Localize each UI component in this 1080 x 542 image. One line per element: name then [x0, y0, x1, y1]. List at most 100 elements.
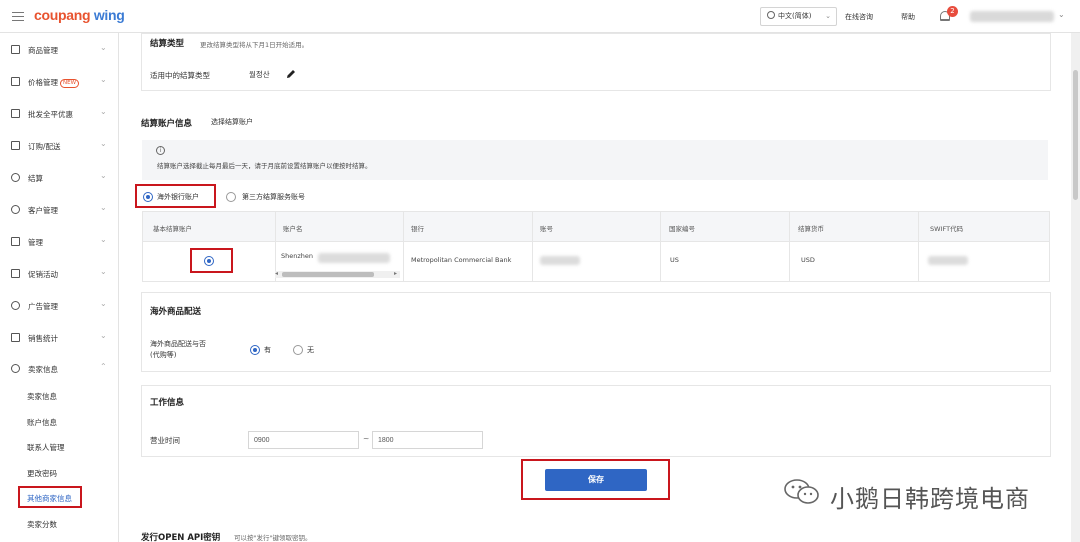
new-badge: NEW — [60, 79, 80, 88]
sidebar-item-label: 广告管理 — [28, 302, 58, 311]
sidebar-item-customers[interactable]: 客户管理 ⌄ — [0, 200, 119, 220]
sidebar-item-label: 结算 — [28, 174, 43, 183]
online-consult-link[interactable]: 在线咨询 — [845, 12, 873, 22]
discount-icon — [11, 109, 20, 118]
info-notice-text: 结算账户选择截止每月最后一天，请于月底前设置结算账户以便按时结算。 — [157, 162, 372, 170]
sidebar-item-label: 订购/配送 — [28, 142, 61, 151]
sidebar-item-stats[interactable]: 销售统计 ⌄ — [0, 328, 119, 348]
coin-icon — [11, 173, 20, 182]
time-separator: ~ — [363, 434, 370, 443]
user-account[interactable] — [970, 11, 1054, 22]
logo[interactable]: coupang wing — [34, 7, 125, 23]
highlight-box — [190, 248, 233, 273]
column-header: SWIFT代码 — [930, 225, 964, 233]
radio-overseas-yes[interactable] — [250, 345, 260, 355]
chevron-down-icon: ⌄ — [100, 107, 107, 116]
business-hours-label: 营业时间 — [150, 436, 180, 445]
radio-third-party-label[interactable]: 第三方结算服务账号 — [242, 192, 305, 202]
sidebar-sub-seller-info[interactable]: 卖家信息 — [27, 391, 57, 402]
chevron-down-icon: ⌄ — [100, 267, 107, 276]
logo-text-coupang: coupang — [34, 7, 91, 23]
settlement-type-label: 适用中的结算类型 — [150, 71, 210, 80]
radio-third-party[interactable] — [226, 192, 236, 202]
settlement-type-title: 结算类型 — [150, 39, 185, 49]
chevron-down-icon: ⌄ — [100, 235, 107, 244]
chevron-down-icon: ⌄ — [100, 203, 107, 212]
table-header — [143, 212, 1049, 242]
overseas-delivery-label-sub: (代购等) — [150, 351, 177, 359]
redacted-account-name — [318, 253, 390, 263]
help-link[interactable]: 帮助 — [901, 12, 915, 22]
highlight-box — [521, 459, 670, 500]
chevron-up-icon: ⌃ — [100, 362, 107, 371]
globe-icon — [767, 11, 775, 19]
scroll-left-icon[interactable]: ◂ — [275, 270, 278, 277]
radio-overseas-yes-label[interactable]: 有 — [264, 345, 271, 355]
sidebar-item-management[interactable]: 管理 ⌄ — [0, 232, 119, 252]
price-tag-icon — [11, 77, 20, 86]
folder-icon — [11, 237, 20, 246]
cell-bank: Metropolitan Commercial Bank — [411, 256, 512, 264]
sidebar-item-settlement[interactable]: 结算 ⌄ — [0, 168, 119, 188]
business-hours-end-input[interactable] — [372, 431, 483, 449]
chevron-down-icon: ⌄ — [100, 331, 107, 340]
column-header: 结算货币 — [798, 225, 824, 233]
chevron-down-icon: ⌄ — [100, 43, 107, 52]
sidebar: 商品管理 ⌄ 价格管理 NEW ⌄ 批发全平优惠 ⌄ 订购/配送 ⌄ 结算 ⌄ 客… — [0, 33, 119, 542]
cell-account-name: Shenzhen — [281, 252, 314, 260]
promo-icon — [11, 269, 20, 278]
sidebar-sub-change-password[interactable]: 更改密码 — [27, 468, 57, 479]
cell-country: US — [670, 256, 679, 264]
open-api-title: 发行OPEN API密钥 — [141, 533, 221, 542]
sidebar-item-discounts[interactable]: 批发全平优惠 ⌄ — [0, 104, 119, 124]
sidebar-item-products[interactable]: 商品管理 ⌄ — [0, 40, 119, 60]
sidebar-item-pricing[interactable]: 价格管理 NEW ⌄ — [0, 72, 119, 92]
sidebar-item-promotions[interactable]: 促销活动 ⌄ — [0, 264, 119, 284]
sidebar-sub-contacts[interactable]: 联系人管理 — [27, 442, 65, 453]
sidebar-item-label: 销售统计 — [28, 334, 58, 343]
overseas-delivery-title: 海外商品配送 — [150, 307, 202, 317]
sidebar-item-seller-info[interactable]: 卖家信息 ⌃ — [0, 359, 119, 379]
scrollbar-thumb[interactable] — [1073, 70, 1078, 200]
radio-overseas-no-label[interactable]: 无 — [307, 345, 314, 355]
sidebar-sub-seller-score[interactable]: 卖家分数 — [27, 519, 57, 530]
wechat-icon — [784, 479, 819, 504]
top-bar: coupang wing 中文(简体) ⌄ 在线咨询 帮助 2 ⌄ — [0, 0, 1080, 33]
user-icon — [11, 364, 20, 373]
column-header: 国家编号 — [669, 225, 695, 233]
settlement-account-title: 结算账户信息 — [141, 119, 193, 129]
box-icon — [11, 45, 20, 54]
scroll-right-icon[interactable]: ▸ — [394, 270, 397, 277]
sidebar-item-label: 批发全平优惠 — [28, 110, 73, 119]
sidebar-item-label: 价格管理 — [28, 78, 58, 87]
chevron-down-icon: ⌄ — [100, 139, 107, 148]
sidebar-item-label: 商品管理 — [28, 46, 58, 55]
stats-icon — [11, 333, 20, 342]
scrollbar-thumb[interactable] — [282, 272, 374, 277]
sidebar-item-label: 管理 — [28, 238, 43, 247]
chevron-down-icon: ⌄ — [100, 75, 107, 84]
redacted-account-number — [540, 256, 580, 265]
sidebar-item-label: 卖家信息 — [28, 365, 58, 374]
chevron-down-icon: ⌄ — [100, 171, 107, 180]
cell-currency: USD — [801, 256, 815, 264]
language-select[interactable]: 中文(简体) ⌄ — [760, 7, 837, 26]
settlement-type-note: 更改结算类型将从下月1日开始适用。 — [200, 41, 309, 49]
menu-icon[interactable] — [12, 12, 24, 21]
business-hours-start-input[interactable] — [248, 431, 359, 449]
smile-icon — [11, 205, 20, 214]
watermark-text: 小鹅日韩跨境电商 — [830, 485, 1030, 513]
sidebar-item-label: 促销活动 — [28, 270, 58, 279]
column-header: 账号 — [540, 225, 553, 233]
logo-text-wing: wing — [93, 7, 125, 23]
sidebar-sub-account-info[interactable]: 账户信息 — [27, 417, 57, 428]
settlement-account-subtitle: 选择结算账户 — [211, 118, 253, 126]
sidebar-item-ads[interactable]: 广告管理 ⌄ — [0, 296, 119, 316]
radio-overseas-no[interactable] — [293, 345, 303, 355]
chevron-down-icon[interactable]: ⌄ — [1058, 10, 1065, 19]
highlight-box — [135, 184, 216, 208]
column-header: 账户名 — [283, 225, 303, 233]
edit-icon[interactable] — [285, 68, 297, 80]
sidebar-item-label: 客户管理 — [28, 206, 58, 215]
sidebar-item-orders[interactable]: 订购/配送 ⌄ — [0, 136, 119, 156]
